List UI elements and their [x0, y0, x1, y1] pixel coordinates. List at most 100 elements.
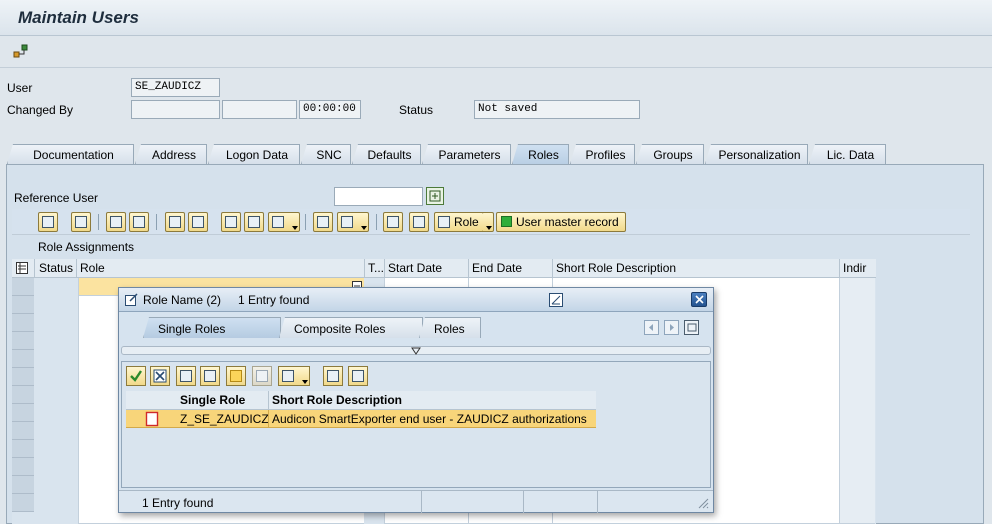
details-button[interactable] [38, 212, 58, 232]
tab-roles[interactable]: Roles [512, 144, 569, 164]
col-type[interactable]: T... [368, 261, 384, 275]
row-selector[interactable] [12, 314, 34, 332]
row-selector[interactable] [12, 422, 34, 440]
refresh-button[interactable] [71, 212, 91, 232]
customize-icon[interactable] [549, 293, 563, 307]
layout-icon [341, 216, 353, 228]
row-selector[interactable] [12, 332, 34, 350]
select-all-icon [413, 216, 425, 228]
paste-button[interactable] [129, 212, 149, 232]
tab-logon-data[interactable]: Logon Data [208, 144, 300, 164]
row-selector[interactable] [12, 458, 34, 476]
printer-icon [282, 370, 294, 382]
row-selector[interactable] [12, 368, 34, 386]
col-end-date[interactable]: End Date [472, 261, 522, 275]
table-row[interactable]: Z_SE_ZAUDICZ Audicon SmartExporter end u… [126, 410, 596, 428]
star-icon [230, 370, 242, 382]
col-role[interactable]: Role [80, 261, 105, 275]
reference-user-field[interactable] [334, 187, 423, 206]
import-icon [352, 370, 364, 382]
chevron-down-icon [486, 226, 492, 230]
tab-address[interactable]: Address [135, 144, 207, 164]
single-role-cell[interactable]: Z_SE_ZAUDICZ [180, 412, 269, 426]
find-next-button[interactable] [200, 366, 220, 386]
delete-row-icon [387, 216, 399, 228]
col-start-date[interactable]: Start Date [388, 261, 442, 275]
popup-result-area: Single Role Short Role Description Z_SE_… [121, 361, 711, 488]
green-status-icon [501, 216, 512, 227]
printer-icon [317, 216, 329, 228]
row-selector[interactable] [12, 494, 34, 512]
col-short-role-description[interactable]: Short Role Description [272, 393, 402, 407]
find-next-button[interactable] [244, 212, 264, 232]
print-button[interactable] [278, 366, 310, 386]
changed-date-field [222, 100, 297, 119]
copy-button[interactable] [106, 212, 126, 232]
col-single-role[interactable]: Single Role [180, 393, 245, 407]
hierarchy-icon[interactable] [13, 43, 29, 59]
cancel-button[interactable] [150, 366, 170, 386]
tab-profiles[interactable]: Profiles [570, 144, 635, 164]
close-button[interactable] [691, 292, 707, 307]
filter-button[interactable] [268, 212, 300, 232]
tab-lic-data[interactable]: Lic. Data [809, 144, 886, 164]
export-button[interactable] [323, 366, 343, 386]
tab-snc[interactable]: SNC [301, 144, 351, 164]
find-button[interactable] [221, 212, 241, 232]
copy-icon [110, 216, 122, 228]
new-entry-button[interactable] [226, 366, 246, 386]
col-status[interactable]: Status [39, 261, 73, 275]
user-master-record-button[interactable]: User master record [496, 212, 626, 232]
tab-roles-list[interactable]: Roles [419, 317, 481, 338]
print-button[interactable] [313, 212, 333, 232]
description-cell[interactable]: Audicon SmartExporter end user - ZAUDICZ… [272, 412, 587, 426]
tab-composite-roles[interactable]: Composite Roles [279, 317, 423, 338]
status-divider [421, 491, 422, 513]
row-selector[interactable] [12, 476, 34, 494]
col-indirect[interactable]: Indir [843, 261, 866, 275]
resize-grip-icon[interactable] [697, 497, 709, 509]
user-field[interactable]: SE_ZAUDICZ [131, 78, 220, 97]
tab-personalization[interactable]: Personalization [705, 144, 808, 164]
tab-single-roles[interactable]: Single Roles [143, 317, 281, 338]
row-selector[interactable] [12, 386, 34, 404]
separator [376, 214, 377, 230]
col-divider [468, 259, 469, 278]
splitter[interactable] [121, 346, 711, 355]
collapse-arrow-icon[interactable] [411, 347, 421, 355]
sort-ascending-button[interactable] [165, 212, 185, 232]
row-selector[interactable] [12, 440, 34, 458]
find-button[interactable] [176, 366, 196, 386]
accept-button[interactable] [126, 366, 146, 386]
tab-documentation[interactable]: Documentation [7, 144, 134, 164]
value-help-icon[interactable] [426, 187, 444, 205]
help-button[interactable] [252, 366, 272, 386]
tab-groups[interactable]: Groups [636, 144, 704, 164]
col-divider [384, 259, 385, 278]
binoculars-next-icon [204, 370, 216, 382]
column-settings-icon[interactable] [16, 262, 28, 274]
tab-scroll-controls-icon[interactable] [644, 320, 704, 335]
import-button[interactable] [348, 366, 368, 386]
status-label: Status [399, 103, 434, 117]
layout-button[interactable] [337, 212, 369, 232]
tab-parameters[interactable]: Parameters [422, 144, 511, 164]
role-dropdown-button[interactable] [482, 212, 494, 232]
delete-row-button[interactable] [383, 212, 403, 232]
row-selector[interactable] [12, 350, 34, 368]
row-selector[interactable] [12, 296, 34, 314]
col-divider [34, 259, 35, 278]
changed-time-field: 00:00:00 [299, 100, 361, 119]
role-grid-header: Status Role T... Start Date End Date Sho… [12, 259, 876, 278]
row-selector[interactable] [12, 278, 34, 296]
checkmark-icon [130, 370, 142, 382]
user-label: User [7, 81, 33, 95]
select-all-button[interactable] [409, 212, 429, 232]
selected-row-marker-icon [145, 411, 159, 427]
role-button-label: Role [454, 215, 479, 229]
col-short-role-description[interactable]: Short Role Description [556, 261, 676, 275]
row-selector[interactable] [12, 404, 34, 422]
col-divider [268, 391, 269, 410]
tab-defaults[interactable]: Defaults [352, 144, 421, 164]
sort-descending-button[interactable] [188, 212, 208, 232]
